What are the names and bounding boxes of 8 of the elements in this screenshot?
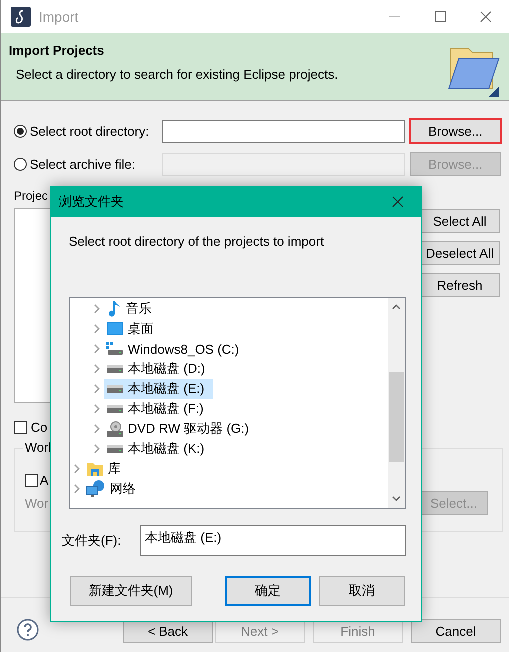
dialog-title: 浏览文件夹 (59, 193, 125, 211)
page-description: Select a directory to search for existing Eclipse projects. (15, 67, 340, 82)
projects-label: Projec (14, 189, 48, 205)
dialog-prompt: Select root directory of the projects to import (69, 234, 326, 249)
window-title: Import (39, 8, 80, 24)
working-sets-label: Wor (25, 496, 49, 510)
folder-label: 文件夹(F): (62, 532, 122, 550)
page-title: Import Projects (9, 43, 106, 58)
